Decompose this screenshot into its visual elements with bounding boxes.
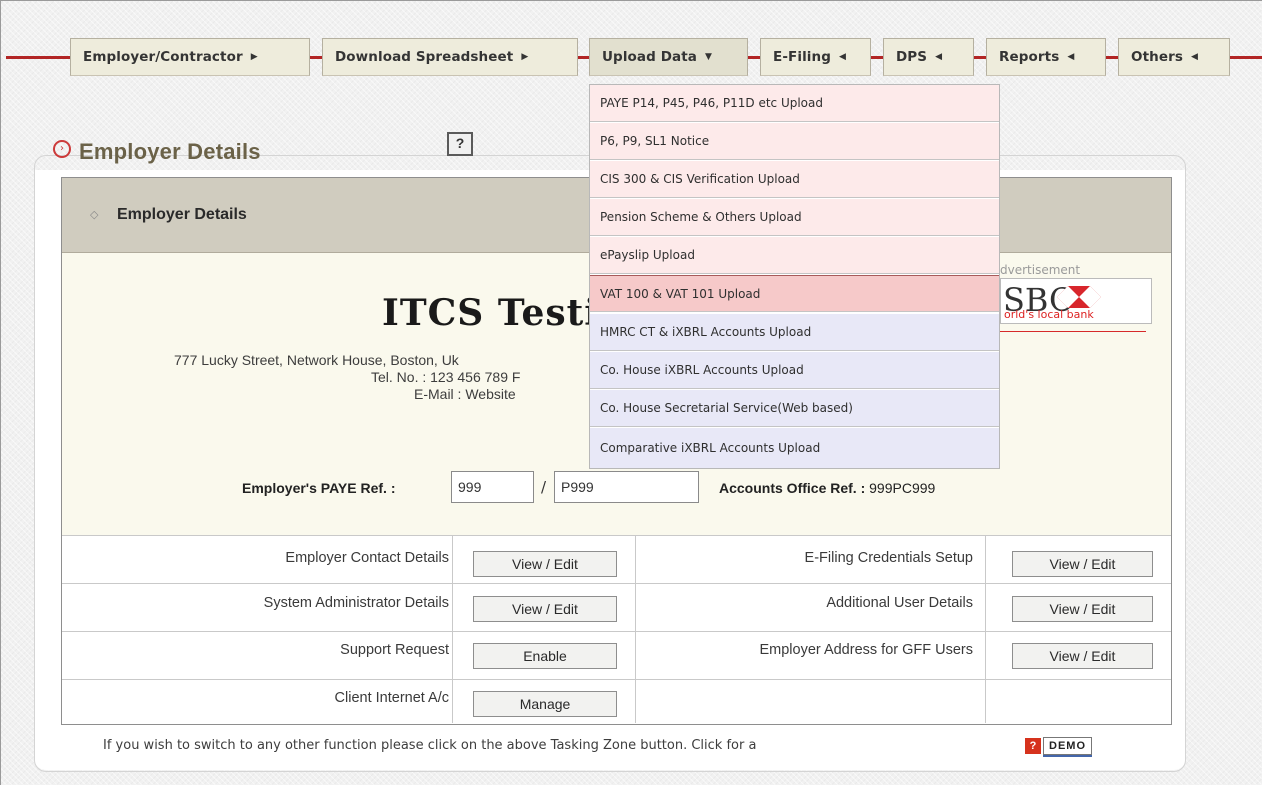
- menu-e-filing[interactable]: E-Filing ◀: [760, 38, 871, 76]
- system-admin-label: System Administrator Details: [263, 595, 449, 611]
- company-tel: Tel. No. : 123 456 789 F: [371, 369, 521, 385]
- advertisement-label: dvertisement: [1000, 263, 1081, 277]
- settings-table: Employer Contact Details View / Edit E-F…: [62, 535, 1171, 724]
- accounts-office-ref: Accounts Office Ref. : 999PC999: [719, 480, 935, 496]
- tasking-zone-hint: If you wish to switch to any other funct…: [103, 738, 757, 753]
- support-request-enable-button[interactable]: Enable: [473, 643, 617, 669]
- menu-dps[interactable]: DPS ◀: [883, 38, 974, 76]
- menu-label: DPS: [896, 49, 928, 65]
- ad-divider: [1000, 331, 1146, 332]
- efiling-credentials-view-edit-button[interactable]: View / Edit: [1012, 551, 1153, 577]
- section-title: Employer Details: [117, 206, 247, 223]
- table-row: Support Request Enable Employer Address …: [62, 631, 1171, 680]
- menu-label: Reports: [999, 49, 1060, 65]
- chevron-left-icon: ◀: [839, 52, 847, 62]
- dropdown-item-co-house-secretarial[interactable]: Co. House Secretarial Service(Web based): [590, 390, 999, 427]
- chevron-left-icon: ◀: [1067, 52, 1075, 62]
- top-border: [0, 0, 1262, 1]
- column-divider: [985, 535, 986, 723]
- menu-others[interactable]: Others ◀: [1118, 38, 1230, 76]
- chevron-right-icon: ▶: [250, 52, 258, 62]
- paye-ref-office-input[interactable]: [451, 471, 534, 503]
- client-internet-manage-button[interactable]: Manage: [473, 691, 617, 717]
- menu-label: Employer/Contractor: [83, 49, 243, 65]
- upload-data-dropdown: PAYE P14, P45, P46, P11D etc Upload P6, …: [589, 84, 1000, 469]
- left-border: [0, 0, 1, 785]
- employer-contact-view-edit-button[interactable]: View / Edit: [473, 551, 617, 577]
- system-admin-view-edit-button[interactable]: View / Edit: [473, 596, 617, 622]
- bank-logo-icon: [1057, 286, 1101, 308]
- menu-upload-data[interactable]: Upload Data ▼: [589, 38, 748, 76]
- menu-employer-contractor[interactable]: Employer/Contractor ▶: [70, 38, 310, 76]
- diamond-icon: ◇: [90, 208, 99, 221]
- company-address: 777 Lucky Street, Network House, Boston,…: [174, 352, 459, 368]
- dropdown-item-pension-upload[interactable]: Pension Scheme & Others Upload: [590, 199, 999, 236]
- additional-user-label: Additional User Details: [826, 595, 973, 611]
- menu-label: Download Spreadsheet: [335, 49, 514, 65]
- gff-address-label: Employer Address for GFF Users: [759, 642, 973, 658]
- help-button[interactable]: ?: [447, 132, 473, 156]
- dropdown-item-cis-upload[interactable]: CIS 300 & CIS Verification Upload: [590, 161, 999, 198]
- paye-ref-separator: /: [541, 478, 547, 496]
- menu-label: Upload Data: [602, 49, 697, 65]
- table-row: System Administrator Details View / Edit…: [62, 583, 1171, 632]
- demo-link[interactable]: ? DEMO: [1025, 737, 1092, 755]
- menu-download-spreadsheet[interactable]: Download Spreadsheet ▶: [322, 38, 578, 76]
- gff-address-view-edit-button[interactable]: View / Edit: [1012, 643, 1153, 669]
- accounts-office-value: 999PC999: [869, 480, 936, 496]
- menu-label: Others: [1131, 49, 1183, 65]
- advertisement-banner[interactable]: SBC orld's local bank: [1000, 278, 1152, 324]
- page-title: Employer Details: [79, 139, 261, 164]
- menu-label: E-Filing: [773, 49, 832, 65]
- expand-circle-icon[interactable]: ›: [53, 140, 71, 158]
- dropdown-item-co-house-ixbrl[interactable]: Co. House iXBRL Accounts Upload: [590, 352, 999, 389]
- employer-contact-label: Employer Contact Details: [285, 550, 449, 566]
- accounts-office-label: Accounts Office Ref. :: [719, 480, 866, 496]
- column-divider: [635, 535, 636, 723]
- support-request-label: Support Request: [340, 642, 449, 658]
- dropdown-item-comparative-ixbrl[interactable]: Comparative iXBRL Accounts Upload: [590, 428, 999, 468]
- dropdown-item-vat-upload[interactable]: VAT 100 & VAT 101 Upload: [590, 275, 999, 312]
- company-email: E-Mail : Website: [414, 386, 516, 402]
- ad-tagline: orld's local bank: [1004, 308, 1094, 321]
- dropdown-item-p6-p9-sl1[interactable]: P6, P9, SL1 Notice: [590, 123, 999, 160]
- efiling-credentials-label: E-Filing Credentials Setup: [804, 550, 973, 566]
- client-internet-label: Client Internet A/c: [334, 690, 449, 706]
- paye-ref-number-input[interactable]: [554, 471, 699, 503]
- demo-help-icon: ?: [1025, 738, 1041, 754]
- chevron-down-icon: ▼: [704, 52, 713, 62]
- chevron-left-icon: ◀: [1191, 52, 1199, 62]
- dropdown-item-epayslip-upload[interactable]: ePayslip Upload: [590, 237, 999, 274]
- paye-ref-label: Employer's PAYE Ref. :: [242, 480, 396, 496]
- dropdown-item-hmrc-ct-upload[interactable]: HMRC CT & iXBRL Accounts Upload: [590, 314, 999, 351]
- demo-label: DEMO: [1043, 737, 1092, 755]
- table-row: Client Internet A/c Manage: [62, 679, 1171, 724]
- chevron-right-icon: ▶: [521, 52, 529, 62]
- menu-reports[interactable]: Reports ◀: [986, 38, 1106, 76]
- dropdown-item-paye-upload[interactable]: PAYE P14, P45, P46, P11D etc Upload: [590, 85, 999, 122]
- additional-user-view-edit-button[interactable]: View / Edit: [1012, 596, 1153, 622]
- table-row: Employer Contact Details View / Edit E-F…: [62, 535, 1171, 584]
- chevron-left-icon: ◀: [935, 52, 943, 62]
- column-divider: [452, 535, 453, 723]
